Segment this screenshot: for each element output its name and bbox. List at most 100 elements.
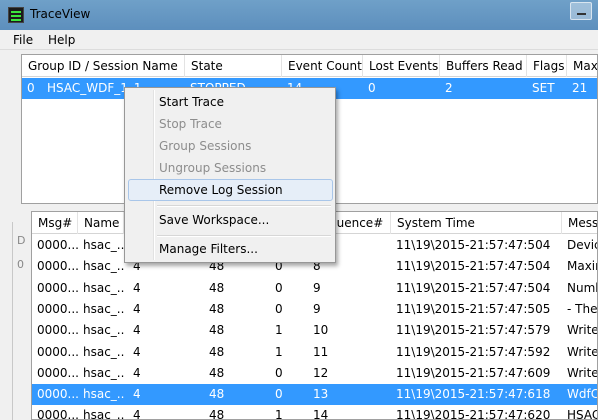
msg-sequence: 13	[313, 387, 329, 402]
msg-field-a: 4	[133, 323, 141, 338]
msg-number: 0000...	[37, 344, 78, 359]
msg-name: hsac_...	[83, 408, 124, 420]
msg-number: 0000...	[37, 323, 78, 338]
msg-field-c: 1	[275, 408, 283, 420]
minimize-icon[interactable]	[570, 2, 592, 20]
table-row[interactable]: 0000... hsac_... 4 48 1 10 11\19\2015-21:57:47…	[32, 320, 597, 341]
msg-field-b: 48	[209, 408, 225, 420]
table-row[interactable]: 0000... hsac_... 4 48 0 9 11\19\2015-21:57:47:…	[32, 299, 597, 320]
msg-name: hsac_...	[83, 280, 124, 295]
msg-name: hsac_...	[83, 323, 124, 338]
col-system-time[interactable]: System Time	[391, 212, 562, 234]
msg-field-b: 48	[209, 344, 225, 359]
msg-system-time: 11\19\2015-21:57:47:504	[396, 238, 551, 252]
msg-field-a: 4	[133, 280, 141, 295]
msg-text: - The	[567, 301, 598, 316]
menu-ungroup-sessions: Ungroup Sessions	[159, 161, 267, 175]
col-flags[interactable]: Flags	[527, 55, 567, 77]
table-row[interactable]: 0000... hsac_... 4 48 0 12 11\19\2015-21:57:47…	[32, 363, 597, 384]
menu-manage-filters[interactable]: Manage Filters...	[128, 238, 333, 260]
menu-stop-trace: Stop Trace	[159, 117, 222, 131]
msg-number: 0000...	[37, 259, 78, 274]
msg-text: Device	[567, 238, 597, 252]
msg-system-time: 11\19\2015-21:57:47:579	[396, 323, 551, 338]
msg-field-a: 4	[133, 408, 141, 420]
menu-help[interactable]: Help	[48, 33, 75, 47]
msg-system-time: 11\19\2015-21:57:47:618	[396, 387, 551, 402]
msg-text: Numb	[567, 280, 597, 295]
col-state[interactable]: State	[185, 55, 282, 77]
msg-text: WdfC	[567, 387, 598, 402]
msg-field-b: 48	[209, 323, 225, 338]
session-max: 21	[572, 81, 588, 95]
msg-text: Write	[567, 344, 598, 359]
msg-name: hsac_...	[83, 387, 124, 402]
menu-save-workspace[interactable]: Save Workspace...	[128, 209, 333, 231]
table-row[interactable]: 0000... hsac_... 4 48 0 9 11\19\2015-21:57:47:…	[32, 278, 597, 299]
session-list-header: Group ID / Session Name State Event Coun…	[22, 55, 597, 77]
msg-field-a: 4	[133, 344, 141, 359]
table-row[interactable]: 0000... hsac_... 4 48 0 13 11\19\2015-21:57:47…	[32, 384, 598, 406]
menu-bar: File Help	[0, 30, 598, 50]
msg-system-time: 11\19\2015-21:57:47:609	[396, 365, 551, 380]
msg-sequence: 14	[313, 408, 329, 420]
msg-field-a: 4	[133, 387, 141, 402]
msg-text: Maxim	[567, 259, 597, 274]
msg-field-c: 0	[275, 301, 283, 316]
gutter-label-d: D	[17, 234, 26, 247]
msg-number: 0000...	[37, 301, 78, 316]
col-lost-events[interactable]: Lost Events	[363, 55, 440, 77]
msg-field-c: 1	[275, 344, 283, 359]
msg-name: hsac_...	[83, 365, 124, 380]
msg-number: 0000...	[37, 238, 78, 252]
msg-field-a: 4	[133, 301, 141, 316]
msg-text: HSAC	[567, 408, 598, 420]
traceview-app-icon	[8, 7, 24, 23]
col-message[interactable]: Mess	[562, 212, 597, 234]
session-group-id: 0	[27, 81, 35, 95]
session-context-menu: Start Trace Stop Trace Group Sessions Un…	[124, 87, 336, 263]
col-name[interactable]: Name	[78, 212, 124, 234]
menu-file[interactable]: File	[13, 33, 33, 47]
gutter-label-0: 0	[17, 258, 24, 271]
msg-sequence: 10	[313, 323, 329, 338]
msg-name: hsac_...	[83, 259, 124, 274]
col-max[interactable]: Max	[567, 55, 597, 77]
msg-field-b: 48	[209, 365, 225, 380]
col-group-session[interactable]: Group ID / Session Name	[22, 55, 185, 77]
col-msg-number[interactable]: Msg#	[32, 212, 78, 234]
msg-system-time: 11\19\2015-21:57:47:505	[396, 301, 551, 316]
session-lost-events: 0	[368, 81, 376, 95]
title-bar: TraceView	[0, 0, 598, 30]
col-event-count[interactable]: Event Count	[282, 55, 363, 77]
msg-system-time: 11\19\2015-21:57:47:504	[396, 259, 551, 274]
msg-system-time: 11\19\2015-21:57:47:592	[396, 344, 551, 359]
msg-system-time: 11\19\2015-21:57:47:620	[396, 408, 551, 420]
session-flags: SET	[532, 81, 555, 95]
table-row[interactable]: 0000... hsac_... 4 48 1 11 11\19\2015-21:57:47…	[32, 342, 597, 363]
msg-field-b: 48	[209, 387, 225, 402]
msg-field-c: 0	[275, 365, 283, 380]
message-gutter: D 0	[12, 222, 30, 420]
menu-separator	[157, 205, 331, 207]
msg-name: hsac_...	[83, 301, 124, 316]
msg-sequence: 12	[313, 365, 329, 380]
msg-name: hsac_...	[83, 238, 124, 252]
msg-system-time: 11\19\2015-21:57:47:504	[396, 280, 551, 295]
msg-field-a: 4	[133, 365, 141, 380]
msg-number: 0000...	[37, 387, 78, 402]
msg-field-c: 0	[275, 280, 283, 295]
msg-number: 0000...	[37, 408, 78, 420]
table-row[interactable]: 0000... hsac_... 4 48 1 14 11\19\2015-21:57:47…	[32, 405, 598, 420]
msg-name: hsac_...	[83, 344, 124, 359]
msg-text: Write	[567, 323, 598, 338]
menu-start-trace[interactable]: Start Trace	[128, 91, 333, 113]
menu-remove-log-session[interactable]: Remove Log Session	[128, 179, 333, 201]
msg-sequence: 9	[313, 301, 321, 316]
session-buffers-read: 2	[445, 81, 453, 95]
msg-field-c: 1	[275, 323, 283, 338]
menu-group-sessions: Group Sessions	[159, 139, 252, 153]
msg-field-b: 48	[209, 280, 225, 295]
col-buffers-read[interactable]: Buffers Read	[440, 55, 527, 77]
msg-sequence: 11	[313, 344, 329, 359]
